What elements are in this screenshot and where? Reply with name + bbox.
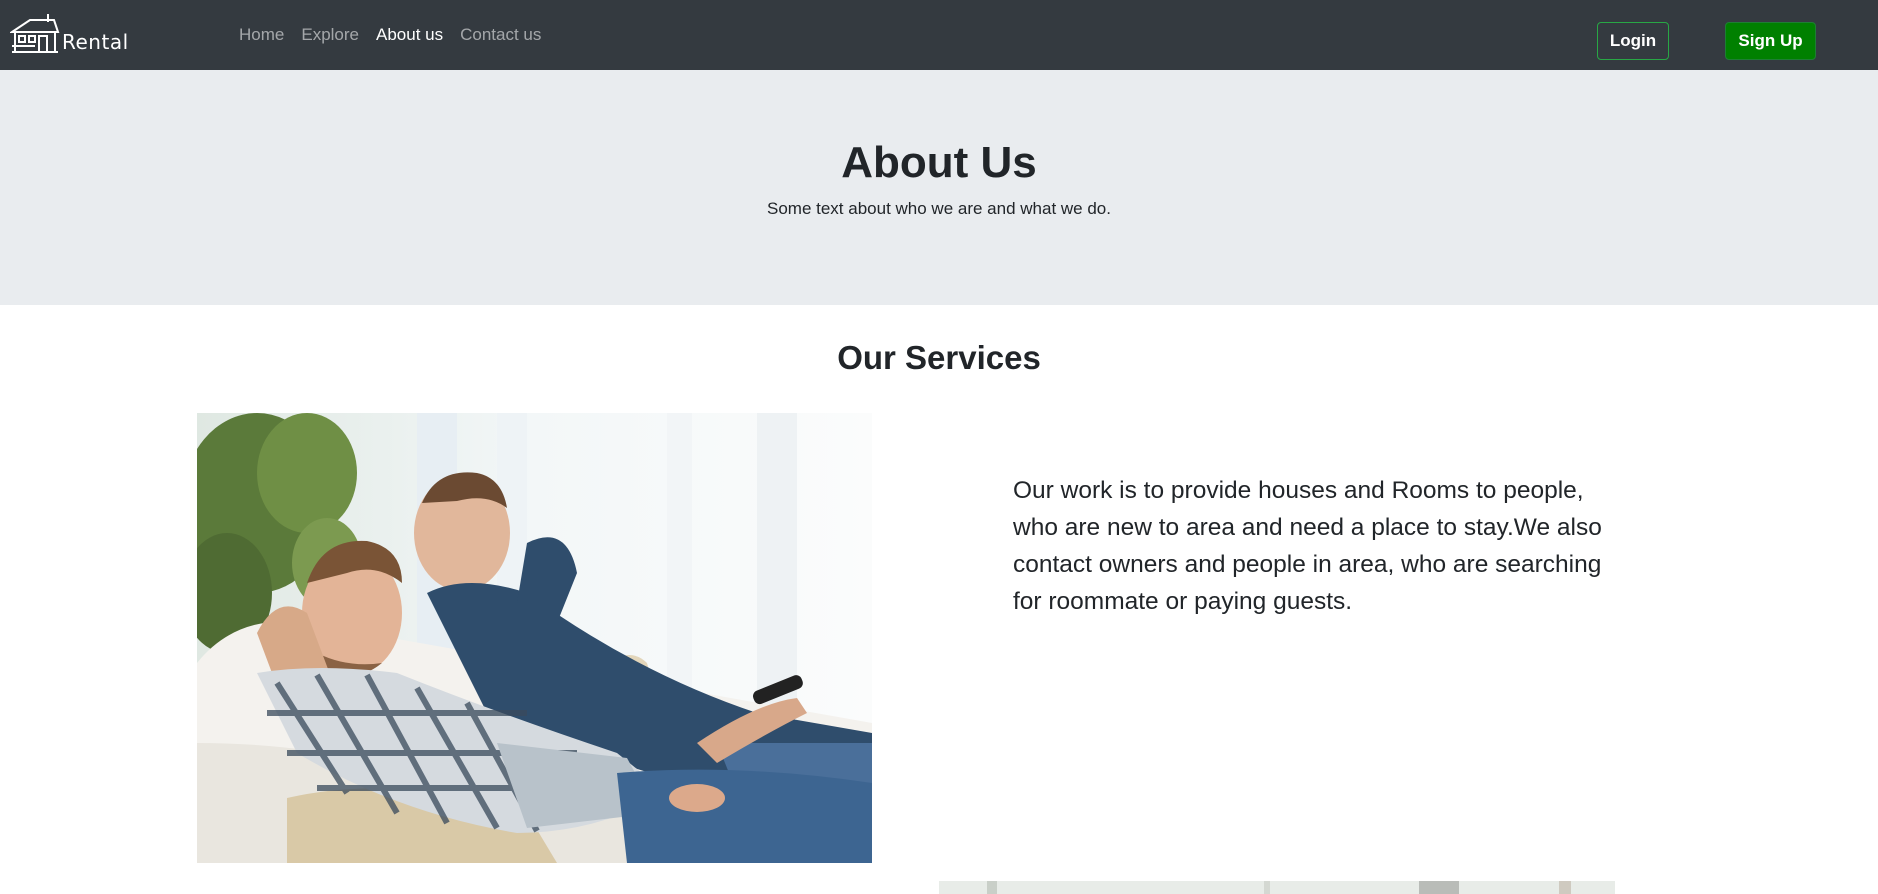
services-description: Our work is to provide houses and Rooms … xyxy=(1013,477,1602,615)
nav-links: Home Explore About us Contact us xyxy=(239,0,558,70)
brand-name: Rental xyxy=(62,30,129,54)
brand-logo[interactable]: Rental xyxy=(10,12,129,56)
navbar: Rental Home Explore About us Contact us … xyxy=(0,0,1878,70)
services-heading: Our Services xyxy=(837,339,1041,376)
login-button[interactable]: Login xyxy=(1597,22,1669,60)
services-photo-2 xyxy=(939,881,1615,894)
house-icon xyxy=(10,14,60,53)
nav-link-contact-us[interactable]: Contact us xyxy=(460,25,541,45)
page-title: About Us xyxy=(841,138,1037,187)
page-subtitle: Some text about who we are and what we d… xyxy=(767,199,1111,218)
services-photo xyxy=(197,413,872,863)
nav-link-explore[interactable]: Explore xyxy=(301,25,359,45)
nav-link-about-us[interactable]: About us xyxy=(376,25,443,45)
signup-button[interactable]: Sign Up xyxy=(1725,22,1816,60)
hero-jumbotron: About Us Some text about who we are and … xyxy=(0,70,1878,305)
nav-link-home[interactable]: Home xyxy=(239,25,284,45)
